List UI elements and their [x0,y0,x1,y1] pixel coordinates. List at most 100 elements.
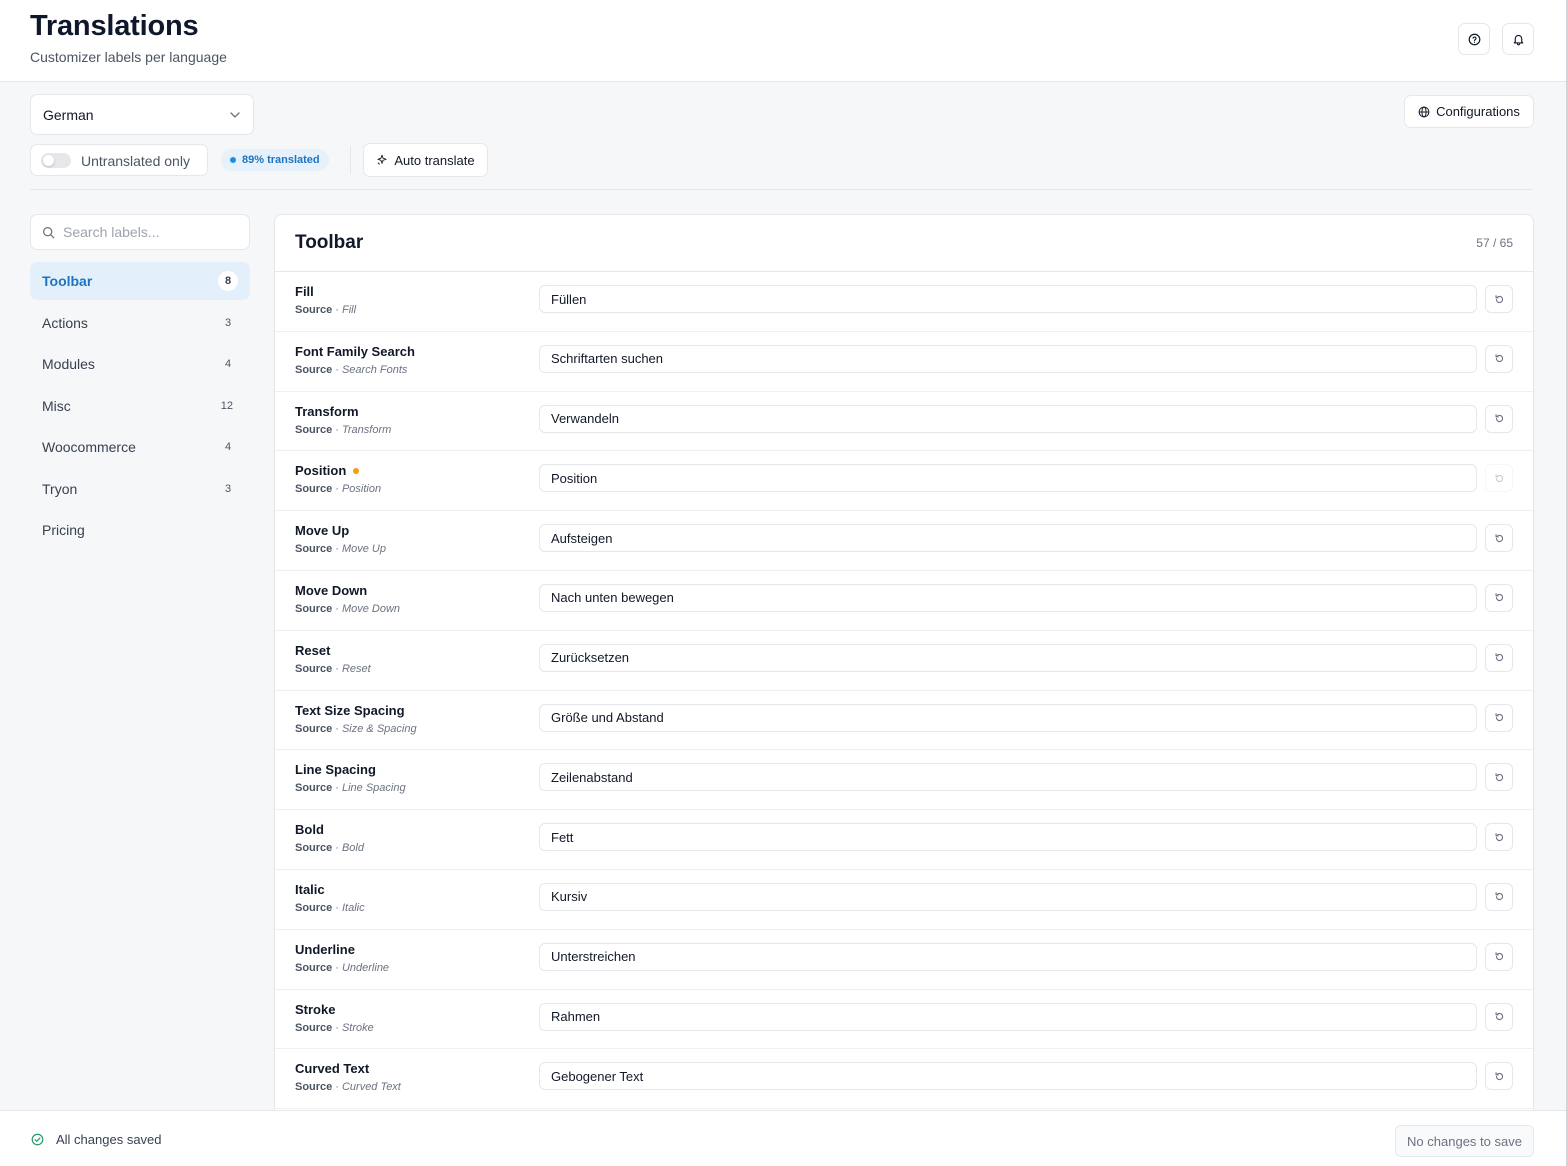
source-label: Source [295,722,333,735]
source-text: Source · Search Fonts [295,364,407,376]
save-footer: All changes saved No changes to save [0,1110,1566,1166]
untranslated-label: Untranslated only [81,153,190,169]
sidebar-item-pricing[interactable]: Pricing [30,511,250,549]
translation-input[interactable] [539,464,1477,493]
source-text: Source · Fill [295,304,356,316]
language-select-value: German [43,107,94,123]
source-value: Search Fonts [341,363,408,376]
label-key: Stroke [295,1002,335,1017]
undo-icon [1495,713,1503,722]
label-key-text: Fill [295,284,314,299]
translation-input[interactable] [539,344,1477,373]
search-input[interactable] [63,215,243,249]
translated-badge: 89% translated [221,149,329,171]
reset-button[interactable] [1485,942,1513,971]
translation-input[interactable] [539,882,1477,911]
undo-icon [1495,354,1503,363]
source-separator: · [335,363,339,376]
label-row: Bold Source · Bold [275,810,1533,870]
source-text: Source · Move Up [295,543,386,555]
source-value: Bold [341,842,364,855]
translation-input[interactable] [539,285,1477,313]
sidebar-item-actions[interactable]: Actions 3 [30,304,250,342]
reset-button[interactable] [1485,344,1513,373]
save-button[interactable]: No changes to save [1395,1125,1534,1157]
reset-button[interactable] [1485,643,1513,672]
source-label: Source [295,363,333,376]
label-row: Move Up Source · Move Up [275,511,1533,571]
undo-icon [1495,832,1503,841]
reset-button[interactable] [1485,464,1513,493]
label-key-text: Move Up [295,523,350,539]
source-label: Source [295,842,333,855]
sidebar-item-tryon[interactable]: Tryon 3 [30,470,250,508]
sidebar-item-modules[interactable]: Modules 4 [30,345,250,383]
source-separator: · [335,1021,339,1034]
search-icon [43,227,55,239]
translation-input[interactable] [539,1062,1477,1091]
untranslated-toggle[interactable] [41,153,71,168]
language-select[interactable]: German [30,94,254,135]
divider [350,146,351,174]
label-row: Underline Source · Underline [275,930,1533,990]
sidebar-item-toolbar[interactable]: Toolbar 8 [30,262,250,300]
label-key: Italic [295,882,325,897]
save-status: All changes saved [56,1132,162,1147]
globe-icon [1418,106,1430,117]
label-key-text: Line Spacing [295,762,376,778]
sidebar-item-woocommerce[interactable]: Woocommerce 4 [30,428,250,466]
translation-input[interactable] [539,942,1477,971]
source-value: Line Spacing [341,782,406,795]
source-value: Underline [341,961,390,974]
translation-input[interactable] [539,583,1477,612]
translation-input[interactable] [539,823,1477,852]
sidebar-item-count: 12 [220,399,233,412]
source-value: Reset [341,662,371,675]
source-text: Source · Position [295,483,381,495]
reset-button[interactable] [1485,583,1513,612]
label-row: Italic Source · Italic [275,870,1533,930]
reset-button[interactable] [1485,882,1513,911]
label-key-text: Move Down [295,582,368,598]
chevron-down-icon [230,112,240,118]
reset-button[interactable] [1485,524,1513,553]
source-separator: · [335,1081,339,1094]
translation-input[interactable] [539,703,1477,732]
sidebar-item-label: Toolbar [42,273,93,289]
reset-button[interactable] [1485,404,1513,433]
toggle-knob [43,155,54,166]
pending-dot [353,467,360,474]
search-box[interactable] [30,214,250,250]
reset-button[interactable] [1485,285,1513,313]
help-button[interactable] [1458,23,1490,55]
sidebar-item-misc[interactable]: Misc 12 [30,387,250,425]
reset-button[interactable] [1485,1062,1513,1091]
source-text: Source · Italic [295,902,365,914]
auto-translate-button[interactable]: Auto translate [363,143,488,177]
source-label: Source [295,304,333,316]
reset-button[interactable] [1485,703,1513,732]
label-key: Fill [295,284,314,299]
source-separator: · [335,543,339,556]
label-row: Curved Text Source · Curved Text [275,1049,1533,1110]
page-header: Translations Customizer labels per langu… [0,0,1566,82]
translation-input[interactable] [539,524,1477,553]
source-separator: · [335,304,339,316]
source-text: Source · Underline [295,962,389,974]
sidebar-item-label: Pricing [42,522,85,538]
configurations-button[interactable]: Configurations [1404,95,1534,128]
reset-button[interactable] [1485,1002,1513,1031]
sidebar-item-count: 4 [224,358,232,370]
translation-input[interactable] [539,1002,1477,1031]
translation-input[interactable] [539,404,1477,433]
translation-input[interactable] [539,763,1477,792]
panel-title: Toolbar [295,232,364,253]
configurations-label: Configurations [1436,104,1520,119]
reset-button[interactable] [1485,823,1513,852]
translation-input[interactable] [539,643,1477,672]
untranslated-filter[interactable]: Untranslated only [30,144,208,176]
source-separator: · [335,782,339,795]
notifications-button[interactable] [1502,23,1534,55]
translated-badge-label: 89% translated [242,154,320,166]
reset-button[interactable] [1485,763,1513,792]
